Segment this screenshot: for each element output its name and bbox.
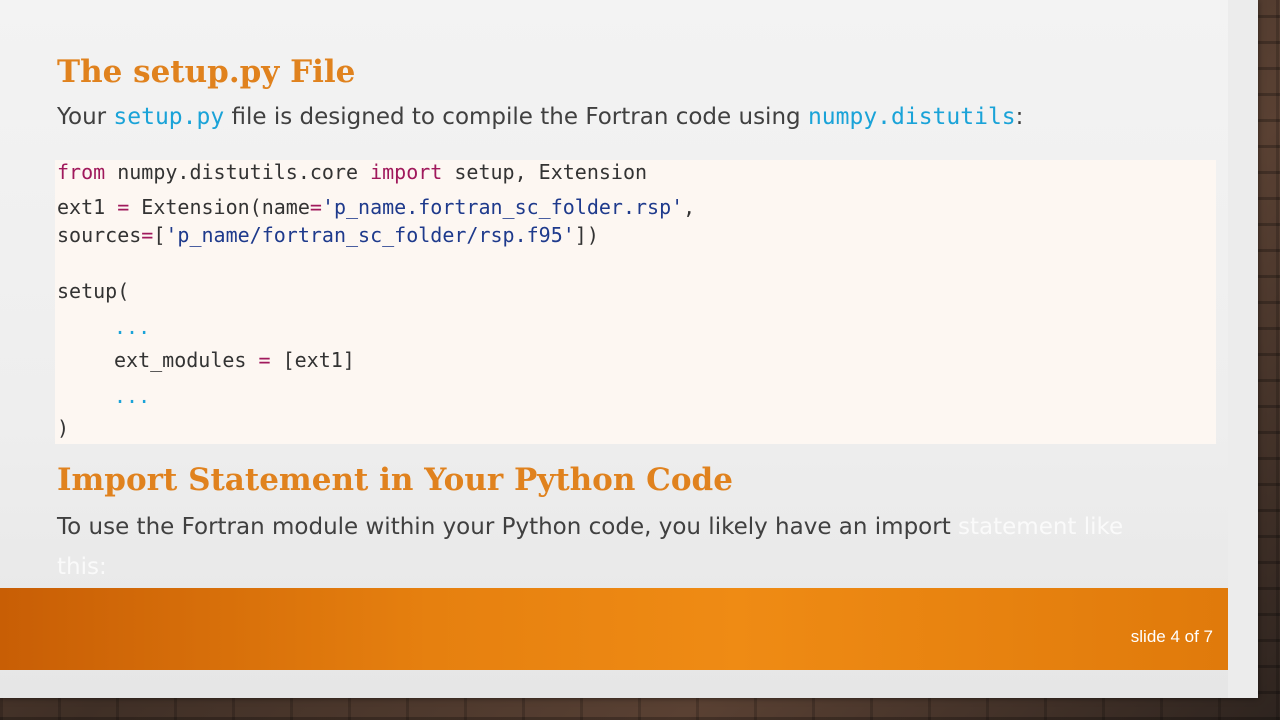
code-text: [ [153, 223, 166, 247]
code-operator: = [258, 348, 271, 372]
slide-number: slide 4 of 7 [1130, 627, 1213, 646]
intro-text-1: Your [57, 104, 114, 130]
code-line-4: setup( [57, 279, 130, 303]
code-keyword-from: from [57, 160, 106, 184]
code-text: [ext1] [270, 348, 355, 372]
intro-paragraph: Your setup.py file is designed to compil… [57, 104, 1023, 130]
code-text: ext1 [57, 195, 118, 219]
intro-text-2: file is designed to compile the Fortran … [224, 104, 808, 130]
inline-code-distutils: numpy.distutils [807, 104, 1016, 130]
heading-import-statement: Import Statement in Your Python Code [57, 462, 733, 498]
code-keyword-import: import [370, 160, 443, 184]
import-paragraph-line2: this: [57, 554, 107, 580]
heading-setup-file: The setup.py File [57, 54, 356, 90]
code-line-8: ) [57, 416, 70, 440]
code-line-5: ... [114, 315, 151, 339]
code-operator: = [141, 223, 154, 247]
inline-code-setup: setup.py [113, 104, 225, 130]
code-text: sources [57, 223, 142, 247]
code-string: 'p_name.fortran_sc_folder.rsp' [321, 195, 684, 219]
slide-content: The setup.py File Your setup.py file is … [0, 0, 1228, 698]
code-text: ]) [574, 223, 599, 247]
code-text: Extension(name [129, 195, 310, 219]
code-line-3: sources=['p_name/fortran_sc_folder/rsp.f… [57, 223, 599, 247]
code-line-6: ext_modules = [ext1] [114, 348, 355, 372]
code-string: 'p_name/fortran_sc_folder/rsp.f95' [165, 223, 575, 247]
slide: The setup.py File Your setup.py file is … [0, 0, 1258, 698]
footer-bar: slide 4 of 7 [0, 588, 1228, 670]
code-operator: = [117, 195, 130, 219]
code-text: , [683, 195, 696, 219]
code-line-2: ext1 = Extension(name='p_name.fortran_sc… [57, 195, 695, 219]
import-text: To use the Fortran module within your Py… [57, 514, 959, 540]
code-operator: = [309, 195, 322, 219]
code-text: ext_modules [114, 348, 259, 372]
intro-text-3: : [1015, 104, 1024, 130]
code-text: setup, Extension [442, 160, 648, 184]
code-text: numpy.distutils.core [105, 160, 371, 184]
import-paragraph: To use the Fortran module within your Py… [57, 514, 1123, 540]
import-text-faded: statement like [958, 514, 1124, 540]
code-line-7: ... [114, 384, 151, 408]
code-line-1: from numpy.distutils.core import setup, … [57, 160, 647, 184]
